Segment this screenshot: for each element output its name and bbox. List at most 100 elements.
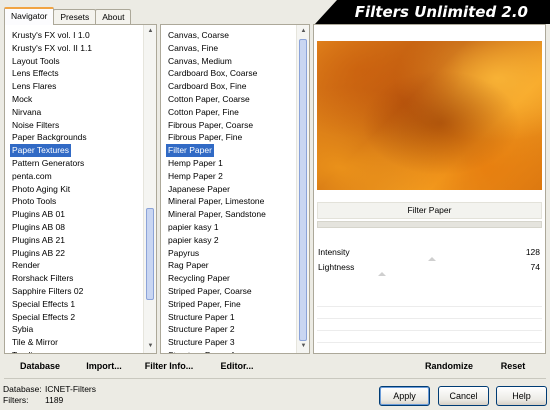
category-item[interactable]: Sapphire Filters 02 [5,285,142,298]
preview-image [317,41,542,190]
category-item[interactable]: Plugins AB 08 [5,221,142,234]
filter-item[interactable]: Cardboard Box, Coarse [161,67,295,80]
filter-item[interactable]: Canvas, Fine [161,42,295,55]
filters-count-value: 1189 [45,395,64,405]
filter-scrollbar[interactable]: ▲ ▼ [296,25,309,353]
category-item[interactable]: Krusty's FX vol. II 1.1 [5,42,142,55]
filter-item[interactable]: Papyrus [161,247,295,260]
scroll-down-arrow-icon[interactable]: ▼ [299,342,308,351]
filter-item[interactable]: Cotton Paper, Coarse [161,93,295,106]
filter-item[interactable]: Striped Paper, Coarse [161,285,295,298]
database-info-label: Database: [3,384,42,394]
filter-item[interactable]: Fibrous Paper, Coarse [161,119,295,132]
footer-divider [4,378,546,379]
category-item[interactable]: Toadies [5,349,142,353]
cancel-button[interactable]: Cancel [438,386,489,406]
lightness-value: 74 [530,262,540,272]
filter-scroll-thumb[interactable] [299,39,307,341]
empty-slider-slots [317,295,542,353]
category-item[interactable]: Lens Effects [5,67,142,80]
category-list[interactable]: Krusty's FX vol. I 1.0 Krusty's FX vol. I… [5,29,142,353]
filter-item[interactable]: Fibrous Paper, Fine [161,131,295,144]
filter-item[interactable]: Cardboard Box, Fine [161,80,295,93]
category-item[interactable]: Plugins AB 22 [5,247,142,260]
category-item[interactable]: Photo Aging Kit [5,183,142,196]
database-info-value: ICNET-Filters [45,384,96,394]
category-item[interactable]: Lens Flares [5,80,142,93]
tab-navigator[interactable]: Navigator [4,7,55,25]
category-item-selected[interactable]: Paper Textures [10,144,72,157]
category-item[interactable]: Nirvana [5,106,142,119]
category-scroll-thumb[interactable] [146,208,154,300]
toolbar: Database Import... Filter Info... Editor… [0,357,550,375]
filter-item[interactable]: Hemp Paper 2 [161,170,295,183]
category-item[interactable]: Plugins AB 21 [5,234,142,247]
category-item[interactable]: Tile & Mirror [5,336,142,349]
category-item[interactable]: Plugins AB 01 [5,208,142,221]
filter-item[interactable]: Striped Paper, Fine [161,298,295,311]
tab-presets[interactable]: Presets [53,9,97,25]
tab-about[interactable]: About [95,9,132,25]
category-item[interactable]: Layout Tools [5,55,142,68]
lightness-label: Lightness [318,262,355,272]
filter-item[interactable]: Canvas, Coarse [161,29,295,42]
filter-item-selected[interactable]: Filter Paper [166,144,214,157]
category-item[interactable]: Noise Filters [5,119,142,132]
filter-item[interactable]: Recycling Paper [161,272,295,285]
intensity-value: 128 [525,247,540,257]
category-item[interactable]: Paper Textures [5,144,142,157]
filter-list-panel[interactable]: Canvas, Coarse Canvas, Fine Canvas, Medium… [160,24,310,354]
category-item[interactable]: Krusty's FX vol. I 1.0 [5,29,142,42]
filters-count-label: Filters: [3,395,29,405]
help-button[interactable]: Help [496,386,547,406]
category-item[interactable]: Sybia [5,323,142,336]
editor-button[interactable]: Editor... [214,357,260,375]
filter-list[interactable]: Canvas, Coarse Canvas, Fine Canvas, Medium… [161,29,295,353]
app-title: Filters Unlimited 2.0 [354,3,528,21]
apply-button[interactable]: Apply [379,386,430,406]
filter-item[interactable]: papier kasy 1 [161,221,295,234]
import-button[interactable]: Import... [80,357,128,375]
category-scrollbar[interactable]: ▲ ▼ [143,25,156,353]
category-item[interactable]: Mock [5,93,142,106]
scroll-up-arrow-icon[interactable]: ▲ [299,27,308,36]
category-item[interactable]: Special Effects 1 [5,298,142,311]
lightness-slider-thumb[interactable] [378,272,386,276]
database-button[interactable]: Database [14,357,66,375]
filter-item[interactable]: Canvas, Medium [161,55,295,68]
filter-name-label: Filter Paper [317,202,542,219]
preview-panel: Filter Paper Intensity 128 Lightness 74 [313,24,546,354]
filter-item[interactable]: Japanese Paper [161,183,295,196]
category-item[interactable]: Photo Tools [5,195,142,208]
category-item[interactable]: Paper Backgrounds [5,131,142,144]
lightness-slider[interactable]: Lightness 74 [317,261,542,276]
database-info: Database: ICNET-Filters Filters: 1189 [3,384,96,406]
filter-item[interactable]: Hemp Paper 1 [161,157,295,170]
category-item[interactable]: Pattern Generators [5,157,142,170]
filter-item[interactable]: Mineral Paper, Sandstone [161,208,295,221]
filter-item[interactable]: papier kasy 2 [161,234,295,247]
intensity-slider[interactable]: Intensity 128 [317,246,542,261]
filter-item[interactable]: Rag Paper [161,259,295,272]
randomize-button[interactable]: Randomize [418,357,480,375]
filter-item[interactable]: Structure Paper 4 [161,349,295,353]
filter-item[interactable]: Cotton Paper, Fine [161,106,295,119]
category-item[interactable]: Render [5,259,142,272]
category-item[interactable]: penta.com [5,170,142,183]
tab-bar: Navigator Presets About [4,7,132,25]
category-list-panel[interactable]: Krusty's FX vol. I 1.0 Krusty's FX vol. I… [4,24,157,354]
filter-info-button[interactable]: Filter Info... [140,357,198,375]
category-item[interactable]: Rorshack Filters [5,272,142,285]
intensity-label: Intensity [318,247,350,257]
filter-item[interactable]: Structure Paper 3 [161,336,295,349]
filter-item[interactable]: Mineral Paper, Limestone [161,195,295,208]
filter-item[interactable]: Filter Paper [161,144,295,157]
scroll-up-arrow-icon[interactable]: ▲ [146,27,155,36]
category-item[interactable]: Special Effects 2 [5,311,142,324]
app-title-banner: Filters Unlimited 2.0 [315,0,550,24]
filter-item[interactable]: Structure Paper 1 [161,311,295,324]
filter-item[interactable]: Structure Paper 2 [161,323,295,336]
preview-divider [317,221,542,228]
reset-button[interactable]: Reset [493,357,533,375]
scroll-down-arrow-icon[interactable]: ▼ [146,342,155,351]
